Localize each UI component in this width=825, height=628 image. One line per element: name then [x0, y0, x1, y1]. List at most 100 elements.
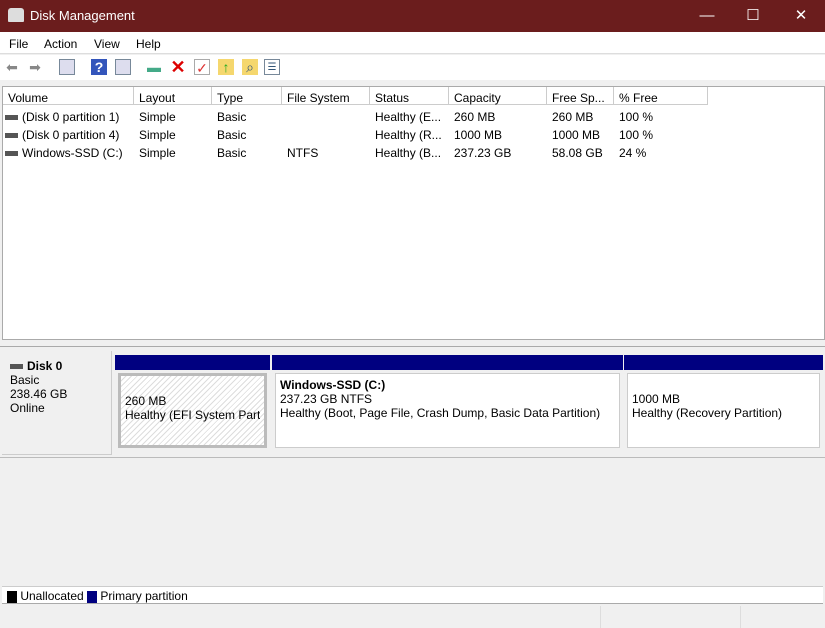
- cell-1: Simple: [139, 146, 176, 160]
- disk-management-icon: [8, 8, 24, 22]
- connect-disk-icon[interactable]: ▬: [146, 59, 162, 75]
- menu-bar: File Action View Help: [0, 32, 825, 54]
- volume-icon: [5, 133, 18, 139]
- menu-view[interactable]: View: [94, 37, 120, 51]
- cell-text: 58.08 GB: [552, 146, 603, 160]
- maximize-button[interactable]: ☐: [730, 0, 776, 32]
- cell-text: 260 MB: [454, 110, 496, 124]
- partition-efi[interactable]: 260 MB Healthy (EFI System Partiti: [115, 355, 270, 451]
- back-icon[interactable]: ⬅: [4, 59, 20, 75]
- action-pane-icon[interactable]: [115, 59, 131, 75]
- cell-1: Simple: [139, 110, 176, 124]
- cell-7: 24 %: [619, 146, 646, 160]
- cell-text: 24 %: [619, 146, 647, 160]
- col-free-space[interactable]: Free Sp...: [547, 87, 614, 105]
- legend-unallocated: Unallocated: [20, 589, 84, 603]
- cell-7: 100 %: [619, 110, 653, 124]
- disk-name: Disk 0: [27, 359, 63, 373]
- disk-icon: [10, 364, 23, 370]
- console-tree-icon[interactable]: [59, 59, 75, 75]
- cell-text: Healthy (E...: [375, 110, 442, 124]
- cell-text: Simple: [139, 128, 176, 142]
- partition-size: 1000 MB: [632, 392, 681, 406]
- cell-5: 1000 MB: [454, 128, 502, 142]
- cell-2: Basic: [217, 128, 246, 142]
- cell-0: Windows-SSD (C:): [5, 146, 123, 160]
- status-bar: [0, 606, 825, 628]
- cell-text: 260 MB: [552, 110, 594, 124]
- menu-file[interactable]: File: [9, 37, 28, 51]
- cell-1: Simple: [139, 128, 176, 142]
- cell-4: Healthy (B...: [375, 146, 441, 160]
- legend: Unallocated Primary partition: [2, 586, 823, 604]
- col-capacity[interactable]: Capacity: [449, 87, 547, 105]
- cell-6: 260 MB: [552, 110, 593, 124]
- col-type[interactable]: Type: [212, 87, 282, 105]
- cell-5: 260 MB: [454, 110, 495, 124]
- cell-5: 237.23 GB: [454, 146, 511, 160]
- minimize-button[interactable]: —: [684, 0, 730, 32]
- cell-6: 58.08 GB: [552, 146, 603, 160]
- cell-4: Healthy (R...: [375, 128, 442, 142]
- folder-search-icon[interactable]: ⌕: [242, 59, 258, 75]
- partition-size: 237.23 GB NTFS: [280, 392, 373, 406]
- cell-0: (Disk 0 partition 4): [5, 128, 119, 142]
- window-title: Disk Management: [30, 8, 135, 23]
- cell-4: Healthy (E...: [375, 110, 441, 124]
- col-file-system[interactable]: File System: [282, 87, 370, 105]
- disk-size: 238.46 GB: [10, 387, 68, 401]
- close-button[interactable]: ✕: [778, 0, 824, 32]
- cell-text: NTFS: [287, 146, 319, 160]
- col-status[interactable]: Status: [370, 87, 449, 105]
- cell-text: Simple: [139, 110, 176, 124]
- col-layout[interactable]: Layout: [134, 87, 212, 105]
- check-icon[interactable]: ✓: [194, 59, 210, 76]
- partition-recovery[interactable]: 1000 MB Healthy (Recovery Partition): [624, 355, 823, 451]
- cell-text: Basic: [217, 128, 247, 142]
- cell-text: (Disk 0 partition 4): [22, 128, 120, 142]
- menu-help[interactable]: Help: [136, 37, 161, 51]
- menu-action[interactable]: Action: [44, 37, 77, 51]
- toolbar: ⬅ ➡ ? ▬ ✕ ✓ ↑ ⌕ ☰: [0, 55, 825, 80]
- delete-icon[interactable]: ✕: [170, 58, 186, 76]
- cell-text: (Disk 0 partition 1): [22, 110, 120, 124]
- col-percent-free[interactable]: % Free: [614, 87, 708, 105]
- partition-size: 260 MB: [125, 394, 167, 408]
- partition-status: Healthy (Recovery Partition): [632, 406, 783, 420]
- cell-6: 1000 MB: [552, 128, 600, 142]
- disk-status: Online: [10, 401, 45, 415]
- volume-icon: [5, 115, 18, 121]
- cell-text: Basic: [217, 146, 247, 160]
- title-bar: Disk Management — ☐ ✕: [0, 0, 825, 32]
- partition-windows-ssd[interactable]: Windows-SSD (C:) 237.23 GB NTFS Healthy …: [272, 355, 623, 451]
- legend-primary: Primary partition: [100, 589, 188, 603]
- cell-text: 237.23 GB: [454, 146, 512, 160]
- cell-text: Healthy (R...: [375, 128, 442, 142]
- cell-text: Basic: [217, 110, 247, 124]
- cell-text: Healthy (B...: [375, 146, 442, 160]
- cell-text: 1000 MB: [552, 128, 601, 142]
- cell-text: 1000 MB: [454, 128, 503, 142]
- cell-text: Simple: [139, 146, 176, 160]
- forward-icon[interactable]: ➡: [27, 59, 43, 75]
- cell-7: 100 %: [619, 128, 653, 142]
- volume-list: Volume Layout Type File System Status Ca…: [2, 86, 825, 340]
- cell-2: Basic: [217, 146, 246, 160]
- cell-2: Basic: [217, 110, 246, 124]
- primary-swatch: [87, 590, 98, 603]
- help-icon[interactable]: ?: [91, 59, 107, 75]
- disk-graph-pane: Disk 0 Basic 238.46 GB Online 260 MB Hea…: [0, 346, 825, 586]
- unallocated-swatch: [7, 590, 17, 603]
- partition-status: Healthy (EFI System Partiti: [125, 408, 260, 422]
- disk-0-info[interactable]: Disk 0 Basic 238.46 GB Online: [2, 351, 112, 455]
- disk-type: Basic: [10, 373, 40, 387]
- cell-text: 100 %: [619, 110, 654, 124]
- partition-status: Healthy (Boot, Page File, Crash Dump, Ba…: [280, 406, 601, 420]
- col-volume[interactable]: Volume: [3, 87, 134, 105]
- volume-icon: [5, 151, 18, 157]
- cell-3: NTFS: [287, 146, 318, 160]
- cell-0: (Disk 0 partition 1): [5, 110, 119, 124]
- properties-icon[interactable]: ☰: [264, 59, 280, 75]
- folder-up-icon[interactable]: ↑: [218, 59, 234, 75]
- cell-text: Windows-SSD (C:): [22, 146, 123, 160]
